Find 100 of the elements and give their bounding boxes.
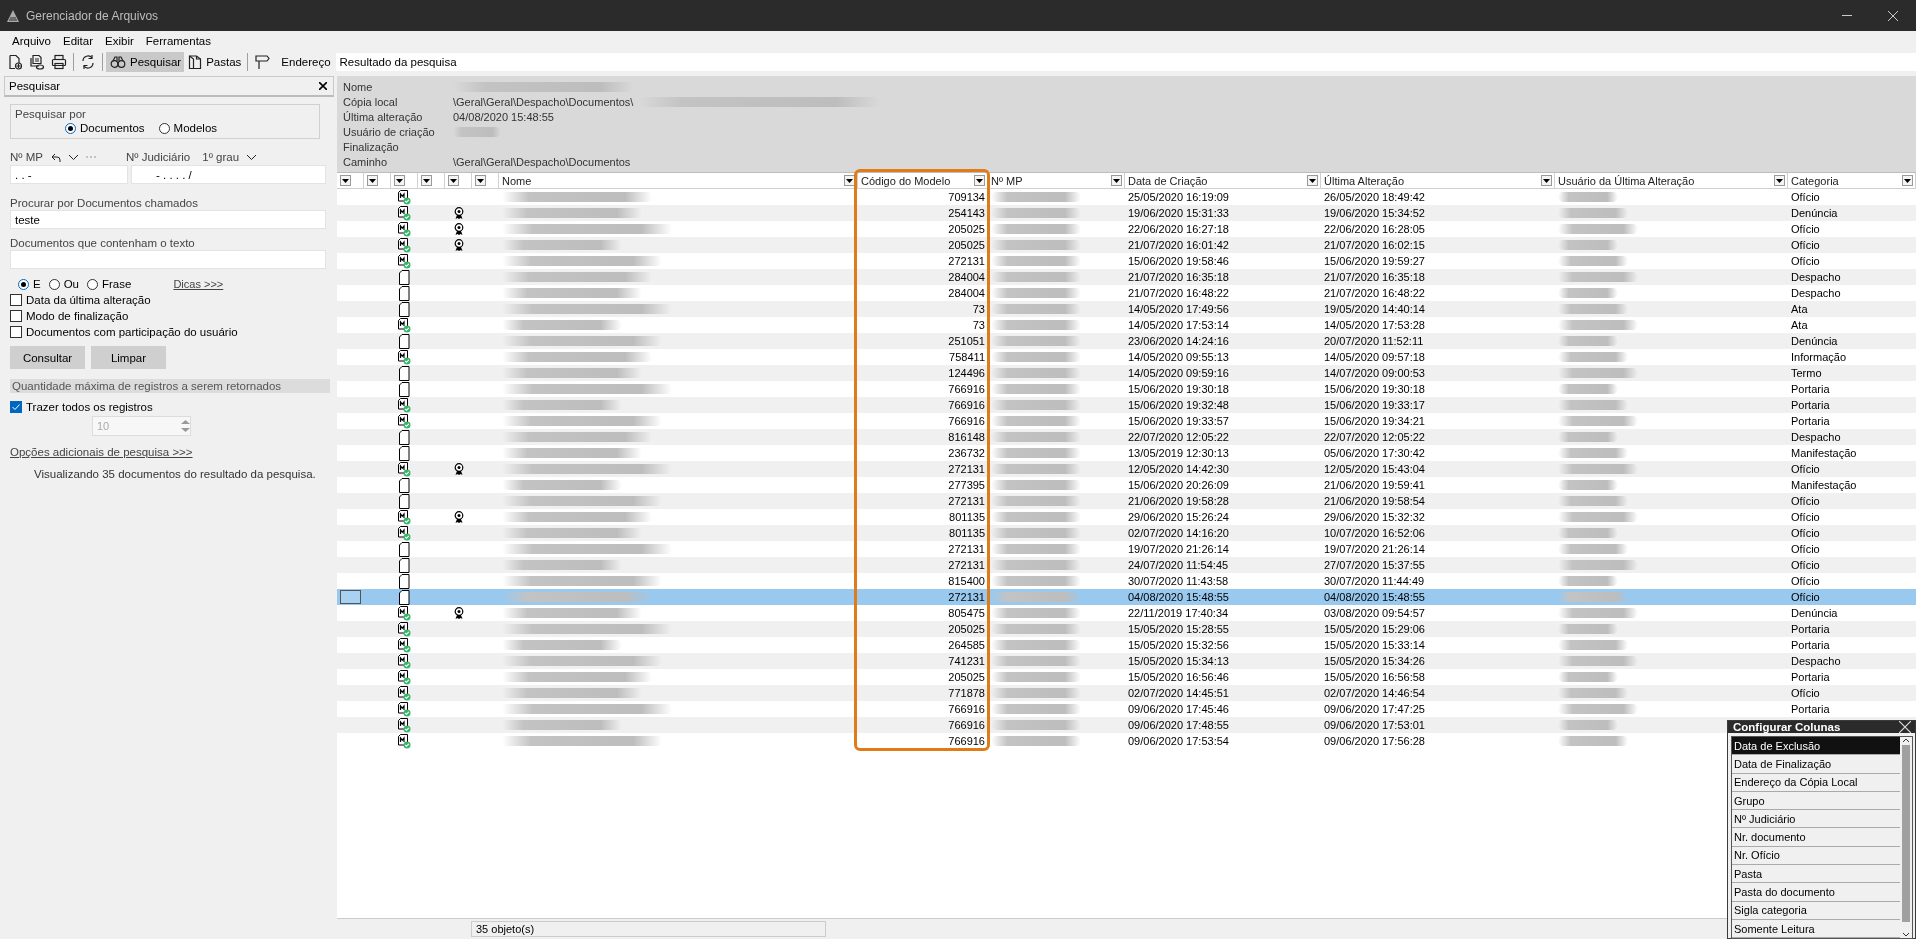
checkbox[interactable] [10, 294, 22, 306]
radio-button[interactable] [158, 122, 170, 134]
radio-label[interactable]: Frase [102, 278, 132, 290]
detail-value: 04/08/2020 15:48:55 [453, 110, 554, 123]
row-selector[interactable] [340, 590, 361, 604]
model-document-icon [398, 237, 411, 253]
table-cell: 14/07/2020 09:00:53 [1324, 367, 1425, 379]
table-cell: Ofício [1791, 191, 1820, 203]
model-document-icon [398, 397, 411, 413]
table-cell: 758411 [949, 351, 985, 363]
model-document-icon [398, 605, 411, 621]
column-header[interactable]: Data de Criação [1125, 173, 1321, 188]
filter-dropdown[interactable] [475, 175, 486, 186]
filter-dropdown[interactable] [394, 175, 405, 186]
filter-dropdown[interactable] [974, 175, 985, 186]
filter-dropdown[interactable] [421, 175, 432, 186]
scrollbar[interactable] [1900, 737, 1912, 939]
judicial-number-field[interactable]: - . . . . / [131, 165, 326, 184]
blurred-text [1558, 688, 1628, 698]
table-cell: 15/06/2020 19:32:48 [1128, 399, 1229, 411]
column-header[interactable]: Usuário da Última Alteração [1555, 173, 1788, 188]
dropdown-icon [1113, 178, 1120, 183]
dropdown-icon [976, 178, 983, 183]
table-cell: 205025 [948, 223, 985, 235]
action-button[interactable]: Limpar [91, 346, 166, 369]
address-field[interactable]: Resultado da pesquisa [335, 53, 1916, 71]
menu-item[interactable]: Editar [57, 35, 100, 47]
checkbox-label[interactable]: Modo de finalização [26, 310, 129, 322]
table-cell: 15/05/2020 15:34:26 [1324, 655, 1425, 667]
model-document-icon [398, 461, 411, 477]
table-cell: 272131 [948, 495, 985, 507]
column-header[interactable]: Categoria [1788, 173, 1916, 188]
blurred-text [1558, 432, 1618, 442]
checkbox[interactable] [10, 326, 22, 338]
radio-button[interactable] [65, 122, 76, 134]
filter-dropdown[interactable] [1307, 175, 1318, 186]
filter-dropdown[interactable] [340, 175, 351, 186]
column-header[interactable]: Última Alteração [1321, 173, 1555, 188]
text-search-field[interactable] [10, 250, 326, 269]
chevron-down-icon[interactable] [68, 154, 78, 160]
checkbox-label[interactable]: Data da última alteração [26, 294, 151, 306]
options-link[interactable]: Opções adicionais de pesquisa >>> [10, 446, 193, 458]
table-cell: 15/05/2020 15:32:56 [1128, 639, 1229, 651]
toolbar-button[interactable]: Pastas [184, 52, 245, 72]
column-header[interactable]: Nº MP [988, 173, 1125, 188]
table-cell: 19/05/2020 14:40:14 [1324, 303, 1425, 315]
menu-item[interactable]: Exibir [99, 35, 140, 47]
filter-dropdown[interactable] [367, 175, 378, 186]
table-cell: 21/06/2020 19:59:41 [1324, 479, 1425, 491]
radio-label[interactable]: Documentos [80, 122, 145, 134]
filter-dropdown[interactable] [448, 175, 459, 186]
field-label: Documentos que contenham o texto [10, 237, 196, 249]
table-cell: 14/05/2020 17:49:56 [1128, 303, 1229, 315]
filter-dropdown[interactable] [1902, 175, 1913, 186]
checkbox-label[interactable]: Trazer todos os registros [26, 401, 153, 413]
column-header[interactable]: Nome [499, 173, 858, 188]
table-cell: 19/07/2020 21:26:14 [1324, 543, 1425, 555]
table-cell: 801135 [949, 511, 985, 523]
checkbox-label[interactable]: Documentos com participação do usuário [26, 326, 238, 338]
column-header[interactable]: Código do Modelo [858, 173, 988, 188]
scroll-up-icon[interactable] [1902, 737, 1910, 743]
menu-item[interactable]: Arquivo [6, 35, 57, 47]
popup-title: Configurar Colunas [1733, 721, 1841, 733]
radio-label[interactable]: E [33, 278, 41, 290]
binoculars-icon [109, 54, 127, 70]
undo-icon[interactable] [50, 152, 61, 162]
name-search-field[interactable]: teste [10, 210, 326, 229]
table-cell: 205025 [948, 623, 985, 635]
toolbar-button[interactable]: Endereço [251, 52, 334, 72]
menu-item[interactable]: Ferramentas [139, 35, 217, 47]
table-cell: Despacho [1791, 431, 1841, 443]
model-document-icon [398, 205, 411, 221]
detail-label: Caminho [343, 155, 389, 168]
filter-dropdown[interactable] [1774, 175, 1785, 186]
seal-icon [453, 222, 464, 236]
dropdown-icon [450, 178, 457, 183]
table-cell: 14/05/2020 09:57:18 [1324, 351, 1425, 363]
radio-button[interactable] [87, 278, 98, 290]
toolbar-button[interactable]: Pesquisar [106, 52, 185, 72]
filter-dropdown[interactable] [1111, 175, 1122, 186]
field-label: Nº Judiciário [125, 151, 191, 163]
radio-button[interactable] [48, 278, 60, 290]
tips-link[interactable]: Dicas >>> [173, 278, 224, 290]
table-cell: Ofício [1791, 575, 1820, 587]
dropdown-icon [1543, 178, 1550, 183]
checkbox[interactable] [10, 401, 22, 413]
filter-dropdown[interactable] [844, 175, 855, 186]
column-option[interactable]: Data de Exclusão [1732, 737, 1900, 756]
close-icon[interactable] [319, 82, 327, 90]
radio-label[interactable]: Ou [63, 278, 79, 290]
radio-label[interactable]: Modelos [173, 122, 218, 134]
table-cell: 15/06/2020 19:58:46 [1128, 255, 1229, 267]
scroll-down-icon[interactable] [1902, 932, 1910, 939]
table-cell: 816148 [948, 431, 985, 443]
mp-number-field[interactable]: . . - [10, 165, 128, 184]
checkbox[interactable] [10, 310, 22, 322]
radio-button[interactable] [18, 278, 29, 290]
chevron-down-icon[interactable] [247, 154, 257, 160]
filter-dropdown[interactable] [1541, 175, 1552, 186]
action-button[interactable]: Consultar [10, 346, 85, 369]
